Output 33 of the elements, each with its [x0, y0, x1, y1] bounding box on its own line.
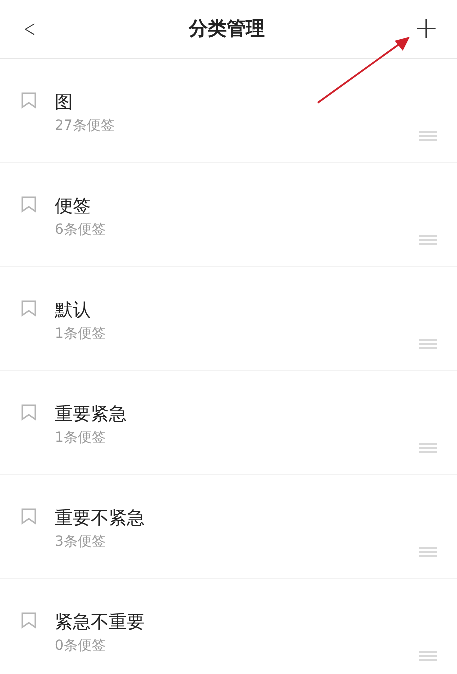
- note-count: 1条便签: [55, 325, 107, 344]
- page-title: 分类管理: [188, 17, 265, 42]
- category-item[interactable]: 默认 1条便签: [0, 267, 457, 371]
- category-item[interactable]: 便签 6条便签: [0, 163, 457, 267]
- category-name: 便签: [55, 195, 92, 219]
- bookmark-icon: [21, 612, 37, 629]
- note-count: 1条便签: [55, 429, 107, 448]
- category-name: 重要不紧急: [55, 507, 146, 531]
- note-count: 27条便签: [55, 117, 116, 136]
- bookmark-icon: [21, 300, 37, 317]
- category-item[interactable]: 重要紧急 1条便签: [0, 371, 457, 475]
- category-item[interactable]: 重要不紧急 3条便签: [0, 475, 457, 579]
- back-button[interactable]: <: [24, 15, 36, 43]
- bookmark-icon: [21, 92, 37, 109]
- drag-handle-icon[interactable]: [419, 651, 437, 661]
- drag-handle-icon[interactable]: [419, 547, 437, 557]
- category-name: 图: [55, 91, 74, 115]
- bookmark-icon: [21, 404, 37, 421]
- drag-handle-icon[interactable]: [419, 131, 437, 141]
- category-name: 默认: [55, 299, 92, 323]
- note-count: 3条便签: [55, 533, 107, 552]
- bookmark-icon: [21, 196, 37, 213]
- category-name: 紧急不重要: [55, 611, 146, 635]
- category-name: 重要紧急: [55, 403, 128, 427]
- drag-handle-icon[interactable]: [419, 339, 437, 349]
- drag-handle-icon[interactable]: [419, 443, 437, 453]
- note-count: 6条便签: [55, 221, 107, 240]
- category-item[interactable]: 紧急不重要 0条便签: [0, 579, 457, 674]
- drag-handle-icon[interactable]: [419, 235, 437, 245]
- note-count: 0条便签: [55, 637, 107, 656]
- bookmark-icon: [21, 508, 37, 525]
- category-item[interactable]: 图 27条便签: [0, 59, 457, 163]
- add-button[interactable]: +: [414, 14, 439, 44]
